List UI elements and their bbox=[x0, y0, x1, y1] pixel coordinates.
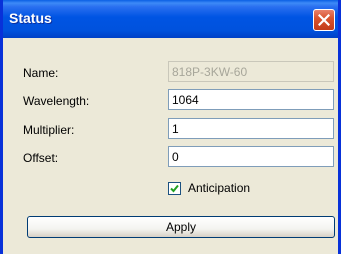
name-field[interactable] bbox=[168, 61, 334, 82]
multiplier-label: Multiplier: bbox=[23, 123, 75, 137]
wavelength-field[interactable] bbox=[168, 89, 334, 110]
anticipation-option[interactable]: Anticipation bbox=[168, 180, 250, 196]
close-button[interactable] bbox=[313, 9, 335, 31]
offset-label: Offset: bbox=[23, 151, 59, 165]
close-icon bbox=[318, 14, 330, 26]
name-label: Name: bbox=[23, 66, 59, 80]
wavelength-label: Wavelength: bbox=[23, 94, 90, 108]
checkmark-icon bbox=[170, 184, 179, 192]
apply-button[interactable]: Apply bbox=[27, 216, 335, 238]
anticipation-label: Anticipation bbox=[188, 181, 251, 195]
anticipation-checkbox[interactable] bbox=[168, 181, 181, 195]
window-title: Status bbox=[9, 10, 52, 26]
multiplier-field[interactable] bbox=[168, 118, 334, 139]
title-bar[interactable]: Status bbox=[3, 0, 338, 38]
offset-field[interactable] bbox=[168, 146, 334, 167]
status-window: Status Name: Wavelength: Multiplier: Off… bbox=[0, 0, 341, 254]
